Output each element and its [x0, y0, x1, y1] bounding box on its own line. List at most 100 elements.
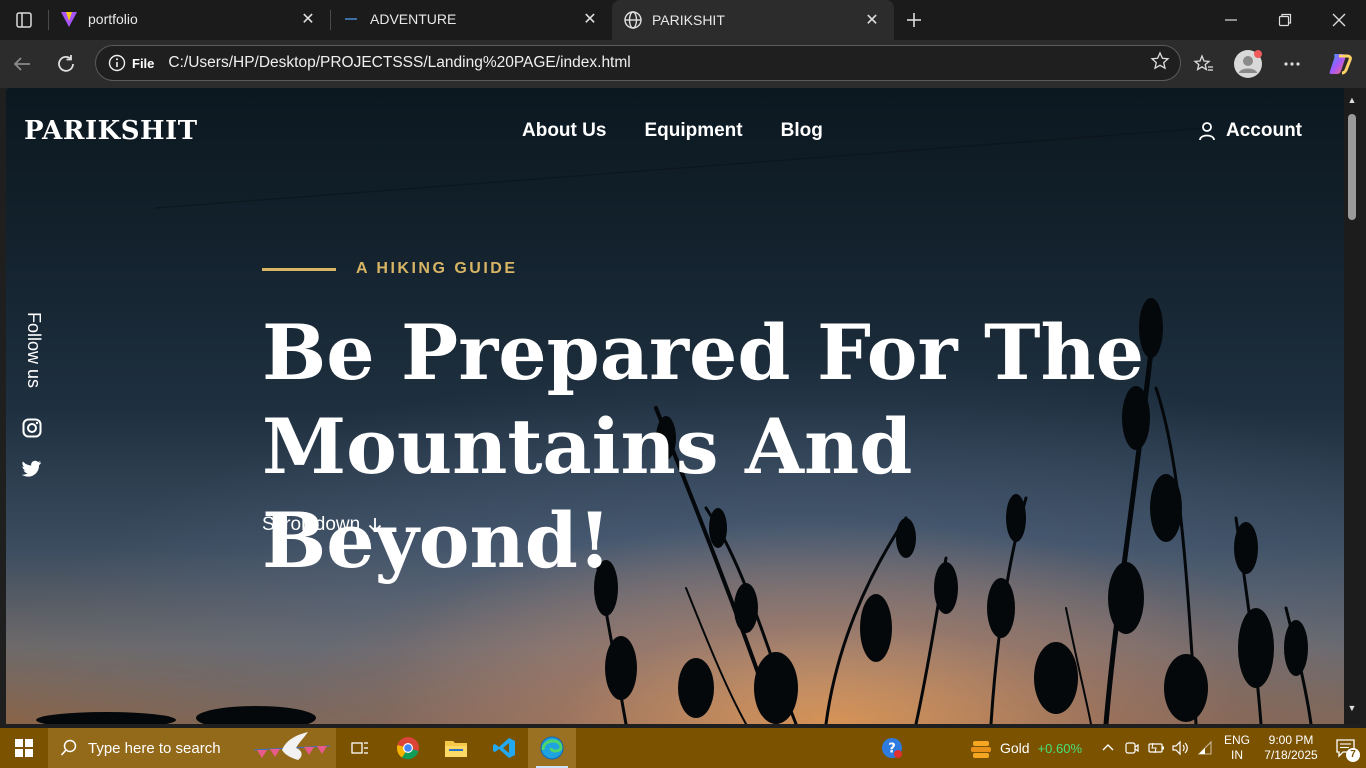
- lang-code: ENG: [1223, 733, 1250, 747]
- file-explorer-button[interactable]: [432, 728, 480, 768]
- more-icon: [1284, 62, 1300, 66]
- url-text[interactable]: C:/Users/HP/Desktop/PROJECTSSS/Landing%2…: [168, 54, 630, 72]
- tab-parikshit[interactable]: PARIKSHIT ✕: [612, 0, 894, 40]
- chrome-button[interactable]: [384, 728, 432, 768]
- show-hidden-icons-button[interactable]: [1096, 728, 1120, 768]
- more-menu-button[interactable]: [1270, 40, 1314, 88]
- volume-button[interactable]: [1168, 728, 1192, 768]
- tab-title: portfolio: [88, 11, 138, 27]
- taskbar-search[interactable]: Type here to search: [48, 728, 336, 768]
- minimize-button[interactable]: [1204, 0, 1258, 40]
- address-bar[interactable]: File C:/Users/HP/Desktop/PROJECTSSS/Land…: [95, 45, 1181, 81]
- task-view-icon: [351, 742, 368, 754]
- tab-title: ADVENTURE: [370, 11, 457, 27]
- clock-date: 7/18/2025: [1264, 748, 1318, 762]
- scroll-down-arrow-icon[interactable]: ▼: [1347, 704, 1357, 713]
- start-button[interactable]: [0, 728, 48, 768]
- tab-title: PARIKSHIT: [652, 12, 725, 28]
- scrollbar-thumb[interactable]: [1348, 114, 1356, 220]
- battery-icon: [1148, 742, 1164, 754]
- globe-icon: [622, 9, 644, 31]
- tab-adventure[interactable]: ADVENTURE ✕: [330, 0, 612, 38]
- tab-actions-icon: [16, 12, 32, 28]
- vite-icon: [58, 8, 80, 30]
- chevron-up-icon: [1102, 744, 1114, 751]
- scroll-down-label: Scroll down: [262, 514, 361, 535]
- main-nav: About Us Equipment Blog: [522, 120, 823, 142]
- search-placeholder: Type here to search: [88, 739, 221, 757]
- arrow-down-icon: [369, 518, 382, 533]
- account-link[interactable]: Account: [1198, 120, 1302, 142]
- help-icon: ?: [881, 738, 902, 758]
- vscode-button[interactable]: [480, 728, 528, 768]
- tab-portfolio[interactable]: portfolio ✕: [48, 0, 330, 38]
- meet-now-button[interactable]: [1120, 728, 1144, 768]
- new-tab-button[interactable]: [894, 0, 934, 40]
- back-arrow-icon: [13, 57, 30, 71]
- network-button[interactable]: [1192, 728, 1218, 768]
- volume-icon: [1172, 740, 1188, 756]
- nav-blog[interactable]: Blog: [781, 120, 823, 142]
- favorites-icon: [1193, 54, 1213, 71]
- page-scrollbar[interactable]: ▲ ▼: [1344, 88, 1360, 724]
- restore-button[interactable]: [1258, 0, 1312, 40]
- scheme-label: File: [132, 55, 155, 71]
- search-icon: [60, 739, 77, 756]
- help-button[interactable]: ?: [868, 728, 916, 768]
- headline-line-1: Be Prepared For The: [262, 308, 1145, 397]
- favorite-star-button[interactable]: [1150, 50, 1170, 76]
- info-icon: [108, 54, 126, 72]
- wifi-icon: [1197, 740, 1212, 755]
- close-icon[interactable]: ✕: [298, 9, 318, 29]
- gold-bars-icon: [970, 741, 991, 758]
- close-window-button[interactable]: [1312, 0, 1366, 40]
- back-button[interactable]: [0, 46, 44, 82]
- gold-label: Gold: [999, 740, 1030, 756]
- tab-actions-button[interactable]: [0, 0, 48, 40]
- gold-widget[interactable]: Gold +0.60%: [956, 728, 1096, 768]
- tab-strip: portfolio ✕ ADVENTURE ✕ PARIKSHIT ✕: [0, 0, 1366, 40]
- refresh-icon: [58, 55, 74, 72]
- copilot-button[interactable]: [1314, 40, 1366, 88]
- toolbar-right: [1182, 40, 1366, 88]
- restore-icon: [1278, 13, 1292, 27]
- avatar: [1234, 50, 1262, 78]
- notifications-button[interactable]: 7: [1326, 728, 1366, 768]
- favorites-button[interactable]: [1182, 40, 1226, 88]
- account-label: Account: [1226, 120, 1302, 141]
- task-view-button[interactable]: [336, 728, 384, 768]
- nav-about-us[interactable]: About Us: [522, 120, 606, 142]
- eyebrow: A HIKING GUIDE: [262, 260, 518, 278]
- battery-button[interactable]: [1144, 728, 1168, 768]
- language-indicator[interactable]: ENG IN: [1218, 728, 1256, 768]
- windows-icon: [15, 739, 33, 757]
- site-logo[interactable]: PARIKSHIT: [24, 116, 198, 146]
- profile-button[interactable]: [1226, 40, 1270, 88]
- edge-icon: [540, 736, 564, 760]
- edge-button[interactable]: [528, 728, 576, 768]
- close-icon[interactable]: ✕: [580, 9, 600, 29]
- clock[interactable]: 9:00 PM 7/18/2025: [1256, 728, 1326, 768]
- eyebrow-text: A HIKING GUIDE: [356, 260, 518, 277]
- instagram-icon[interactable]: [22, 418, 42, 443]
- dove-icon: [253, 732, 331, 760]
- screen: portfolio ✕ ADVENTURE ✕ PARIKSHIT ✕ File…: [0, 0, 1366, 768]
- tab-separator: [48, 10, 49, 30]
- refresh-button[interactable]: [44, 46, 88, 82]
- star-icon: [1150, 50, 1170, 70]
- scroll-up-arrow-icon[interactable]: ▲: [1347, 96, 1357, 105]
- page-icon: [340, 8, 362, 30]
- plus-icon: [907, 13, 921, 27]
- browser-toolbar: File C:/Users/HP/Desktop/PROJECTSSS/Land…: [0, 40, 1366, 88]
- minimize-icon: [1225, 19, 1237, 21]
- hero-headline: Be Prepared For The Mountains And Beyond…: [262, 306, 1182, 588]
- site-info-button[interactable]: File: [104, 50, 162, 76]
- scroll-down-link[interactable]: Scroll down: [262, 514, 382, 536]
- nav-equipment[interactable]: Equipment: [644, 120, 742, 142]
- follow-us-label: Follow us: [24, 312, 44, 389]
- close-icon[interactable]: ✕: [862, 10, 882, 30]
- lang-region: IN: [1231, 748, 1243, 762]
- user-icon: [1199, 122, 1215, 141]
- clock-time: 9:00 PM: [1268, 733, 1314, 747]
- twitter-icon[interactable]: [21, 460, 42, 483]
